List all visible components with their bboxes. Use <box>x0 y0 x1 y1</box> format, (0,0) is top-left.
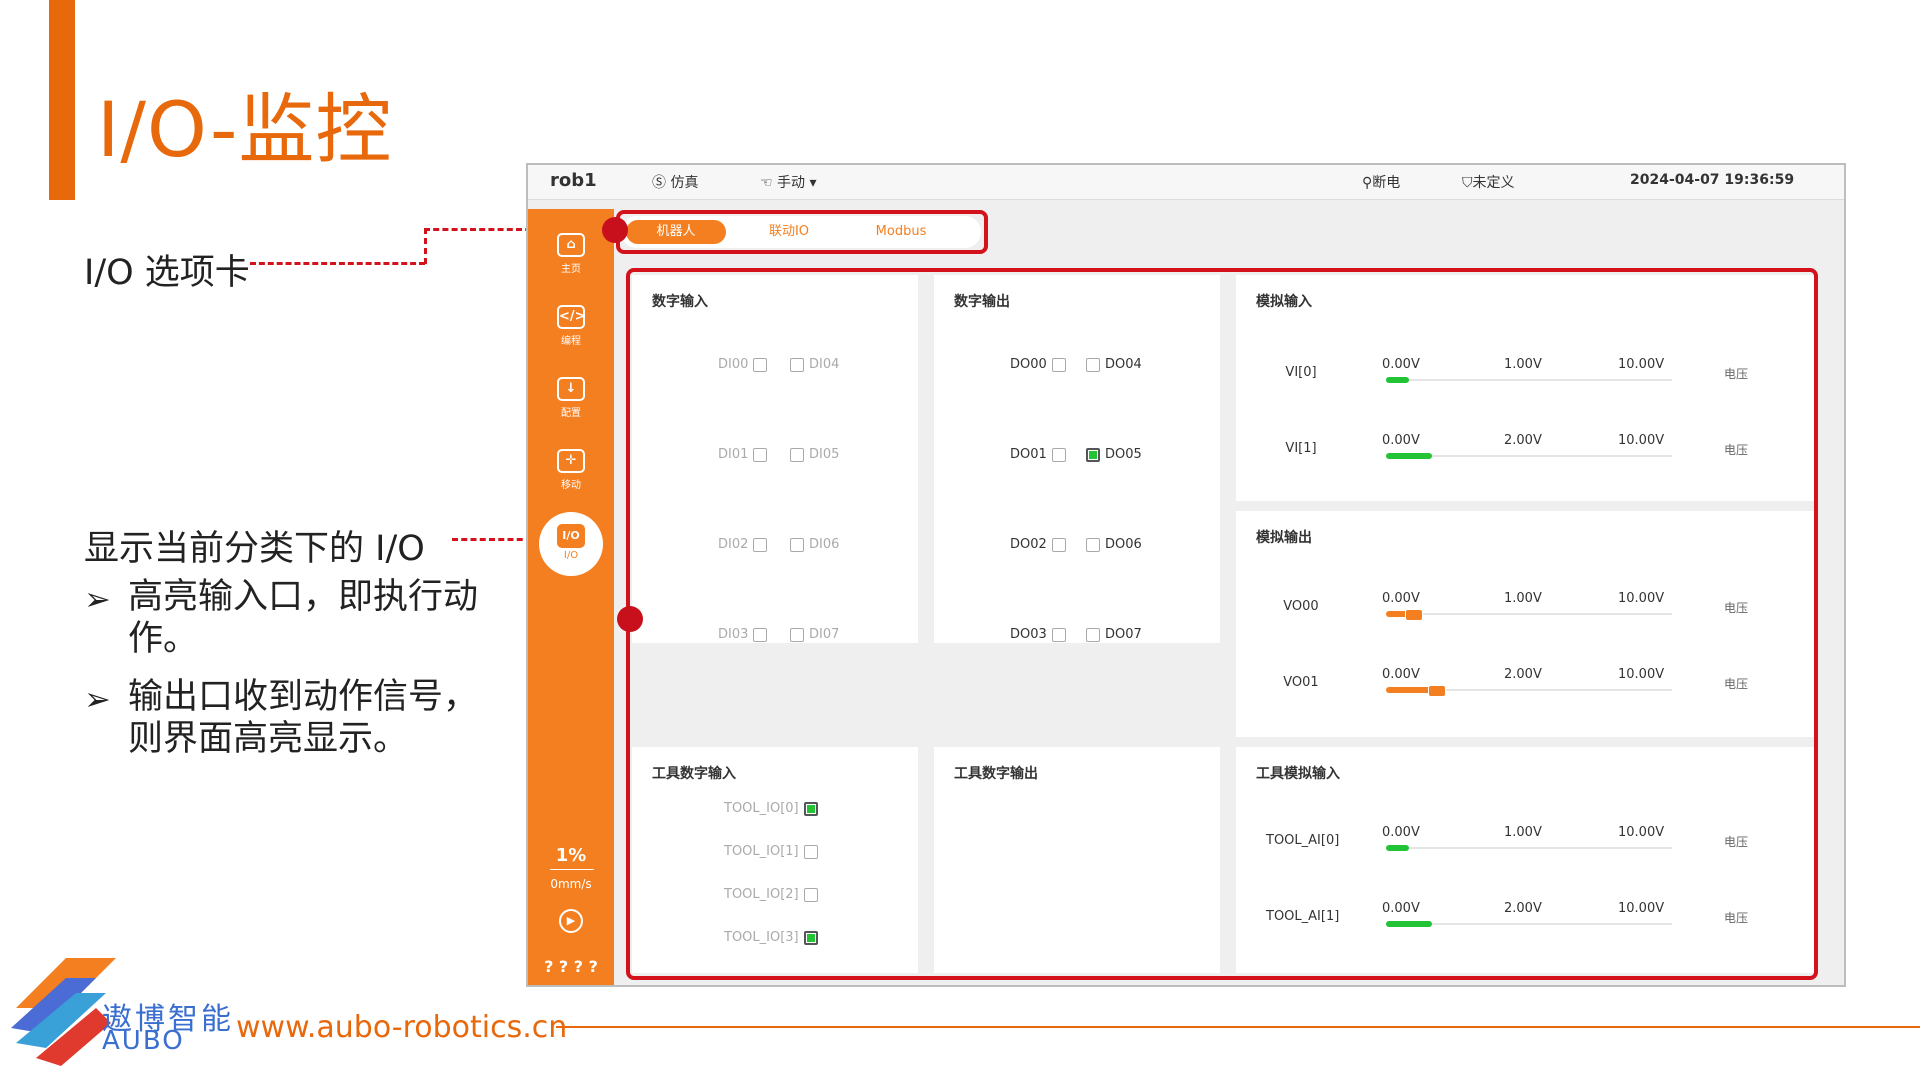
connector-line <box>424 228 427 264</box>
bullet-1: 高亮输入口，即执行动作。 <box>128 577 479 659</box>
sidebar-item-io[interactable]: I/O I/O <box>539 512 603 576</box>
status-bar: rob1 Ⓢ 仿真 ☜ 手动 ▾ ⚲断电 ⛉未定义 2024-04-07 19:… <box>528 165 1844 200</box>
bullet-arrow-icon: ➢ <box>84 680 111 718</box>
connector-line <box>452 538 532 541</box>
sidebar-item-move[interactable]: ✛ 移动 <box>528 449 614 491</box>
simulation-icon: Ⓢ <box>652 175 666 191</box>
note-display-io: 显示当前分类下的 I/O <box>84 529 425 569</box>
code-icon: </> <box>557 305 586 329</box>
footer-url[interactable]: www.aubo-robotics.cn <box>236 1010 567 1045</box>
download-icon: ↓ <box>557 377 585 401</box>
slide-accent-bar <box>49 0 75 200</box>
footer-line <box>556 1026 1920 1028</box>
mode-sim[interactable]: Ⓢ 仿真 <box>652 172 698 192</box>
robot-arm-icon: ⚲ <box>1362 175 1373 191</box>
move-icon: ✛ <box>557 449 585 473</box>
hand-icon: ☜ <box>760 175 773 191</box>
speed-percent: 1% <box>555 845 587 866</box>
sidebar-item-home[interactable]: ⌂ 主页 <box>528 233 614 275</box>
shield-icon: ⛉ <box>1462 175 1473 191</box>
sidebar-footer: ? ? ? ? <box>544 957 598 976</box>
play-icon[interactable]: ▶ <box>559 909 583 933</box>
annotation-dot <box>617 606 643 632</box>
highlight-tabs <box>616 210 988 254</box>
connector-line <box>250 262 425 265</box>
annotation-dot <box>602 217 628 243</box>
robot-name: rob1 <box>550 170 597 191</box>
app-screenshot: rob1 Ⓢ 仿真 ☜ 手动 ▾ ⚲断电 ⛉未定义 2024-04-07 19:… <box>526 163 1846 987</box>
io-icon: I/O <box>557 524 585 548</box>
safety-status: ⛉未定义 <box>1462 175 1515 191</box>
bullet-2: 输出口收到动作信号，则界面高亮显示。 <box>128 677 479 759</box>
highlight-io-area <box>626 268 1818 980</box>
mode-manual[interactable]: ☜ 手动 ▾ <box>760 172 817 192</box>
power-status: ⚲断电 <box>1362 175 1401 191</box>
divider <box>550 869 594 870</box>
sidebar: ⌂ 主页 </> 编程 ↓ 配置 ✛ 移动 I/O I/O 1% 0mm/s ▶ ? ?… <box>528 209 614 985</box>
slide-title: I/O-监控 <box>97 85 393 174</box>
sidebar-item-program[interactable]: </> 编程 <box>528 305 614 347</box>
sidebar-item-config[interactable]: ↓ 配置 <box>528 377 614 419</box>
bullet-arrow-icon: ➢ <box>84 580 111 618</box>
logo-en: AUBO <box>102 1026 185 1056</box>
chevron-down-icon: ▾ <box>809 175 817 191</box>
note-io-tab: I/O 选项卡 <box>84 253 250 293</box>
home-icon: ⌂ <box>557 233 585 257</box>
speed-value: 0mm/s <box>550 877 592 891</box>
datetime: 2024-04-07 19:36:59 <box>1630 172 1795 188</box>
